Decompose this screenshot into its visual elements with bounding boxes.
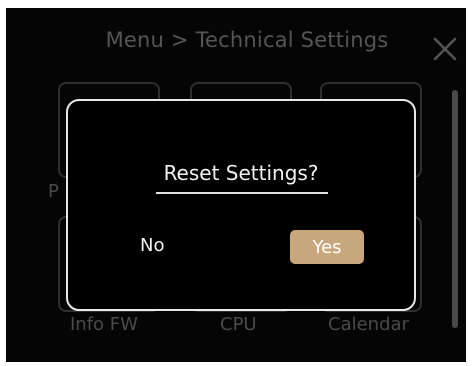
tile-label-cpu: CPU <box>220 314 257 335</box>
yes-button[interactable]: Yes <box>290 230 364 264</box>
close-icon <box>433 37 457 61</box>
dialog-title: Reset Settings? <box>163 161 319 185</box>
tile-label-calendar: Calendar <box>328 314 409 335</box>
title-underline <box>156 192 328 194</box>
scrollbar[interactable] <box>452 90 458 328</box>
tile-label-1: P <box>48 181 59 202</box>
technical-settings-screen: Menu > Technical Settings P Info FW CPU … <box>6 8 466 362</box>
tile-label-info-fw: Info FW <box>70 314 138 335</box>
page-title: Menu > Technical Settings <box>105 28 389 52</box>
close-button[interactable] <box>430 34 460 64</box>
reset-confirm-dialog: Reset Settings? No Yes <box>66 99 416 311</box>
no-button[interactable]: No <box>140 235 164 256</box>
